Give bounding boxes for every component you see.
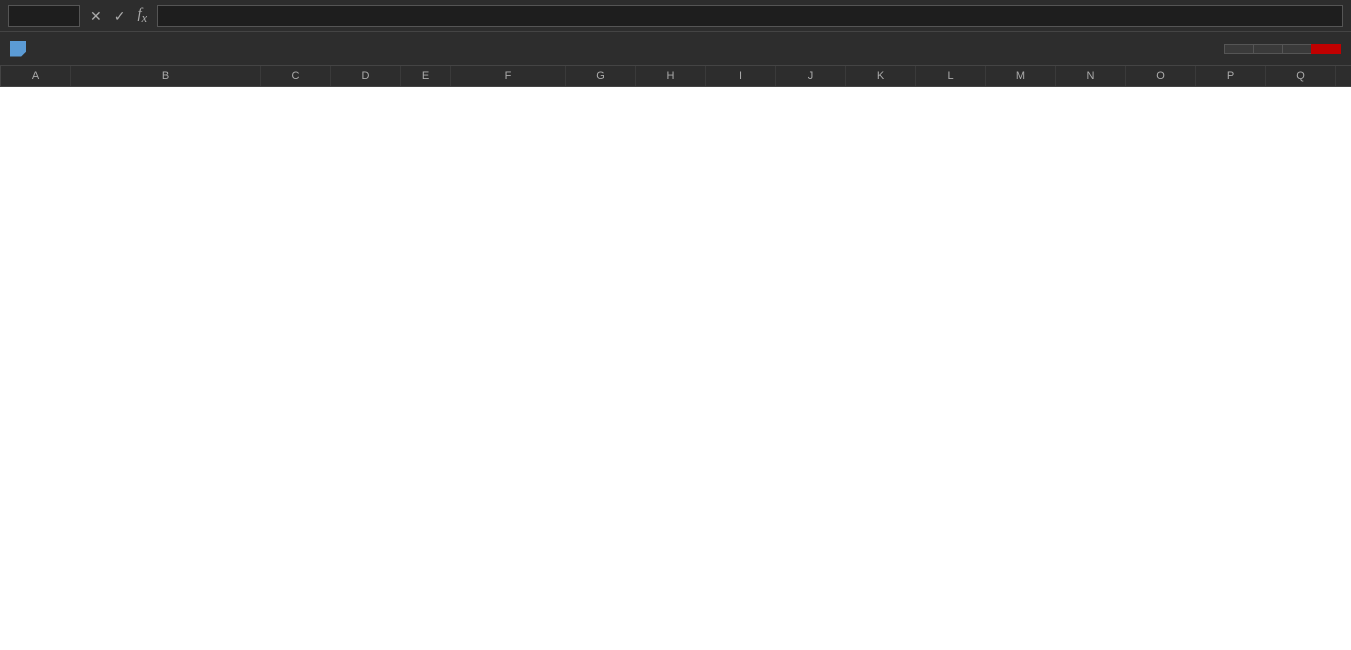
classif-btn-highly-confidential[interactable] xyxy=(1311,44,1341,54)
col-header-M[interactable]: M xyxy=(986,66,1056,86)
col-header-E[interactable]: E xyxy=(401,66,451,86)
col-header-B[interactable]: B xyxy=(71,66,261,86)
cancel-icon[interactable]: ✕ xyxy=(86,7,106,25)
col-header-O[interactable]: O xyxy=(1126,66,1196,86)
function-icon[interactable]: fx xyxy=(133,5,151,27)
spreadsheet-area[interactable]: ABCDEFGHIJKLMNOPQR xyxy=(0,66,1351,650)
col-header-L[interactable]: L xyxy=(916,66,986,86)
top-bar: ✕ ✓ fx xyxy=(0,0,1351,32)
col-header-R[interactable]: R xyxy=(1336,66,1351,86)
col-header-F[interactable]: F xyxy=(451,66,566,86)
label-bar xyxy=(0,32,1351,66)
sheet-icon xyxy=(10,41,26,57)
col-header-P[interactable]: P xyxy=(1196,66,1266,86)
col-header-D[interactable]: D xyxy=(331,66,401,86)
classif-btn-general[interactable] xyxy=(1253,44,1282,54)
classif-btn-public[interactable] xyxy=(1224,44,1253,54)
col-header-K[interactable]: K xyxy=(846,66,916,86)
formula-bar[interactable] xyxy=(157,5,1343,27)
col-header-H[interactable]: H xyxy=(636,66,706,86)
formula-bar-icons: ✕ ✓ fx xyxy=(86,5,151,27)
col-header-I[interactable]: I xyxy=(706,66,776,86)
col-header-J[interactable]: J xyxy=(776,66,846,86)
classification-buttons xyxy=(1224,44,1341,54)
cell-reference-box[interactable] xyxy=(8,5,80,27)
classif-btn-confidential[interactable] xyxy=(1282,44,1311,54)
col-header-C[interactable]: C xyxy=(261,66,331,86)
col-header-Q[interactable]: Q xyxy=(1266,66,1336,86)
col-header-A[interactable]: A xyxy=(1,66,71,86)
col-header-N[interactable]: N xyxy=(1056,66,1126,86)
confirm-icon[interactable]: ✓ xyxy=(110,7,130,25)
col-header-G[interactable]: G xyxy=(566,66,636,86)
sheet-label-area xyxy=(10,41,38,57)
